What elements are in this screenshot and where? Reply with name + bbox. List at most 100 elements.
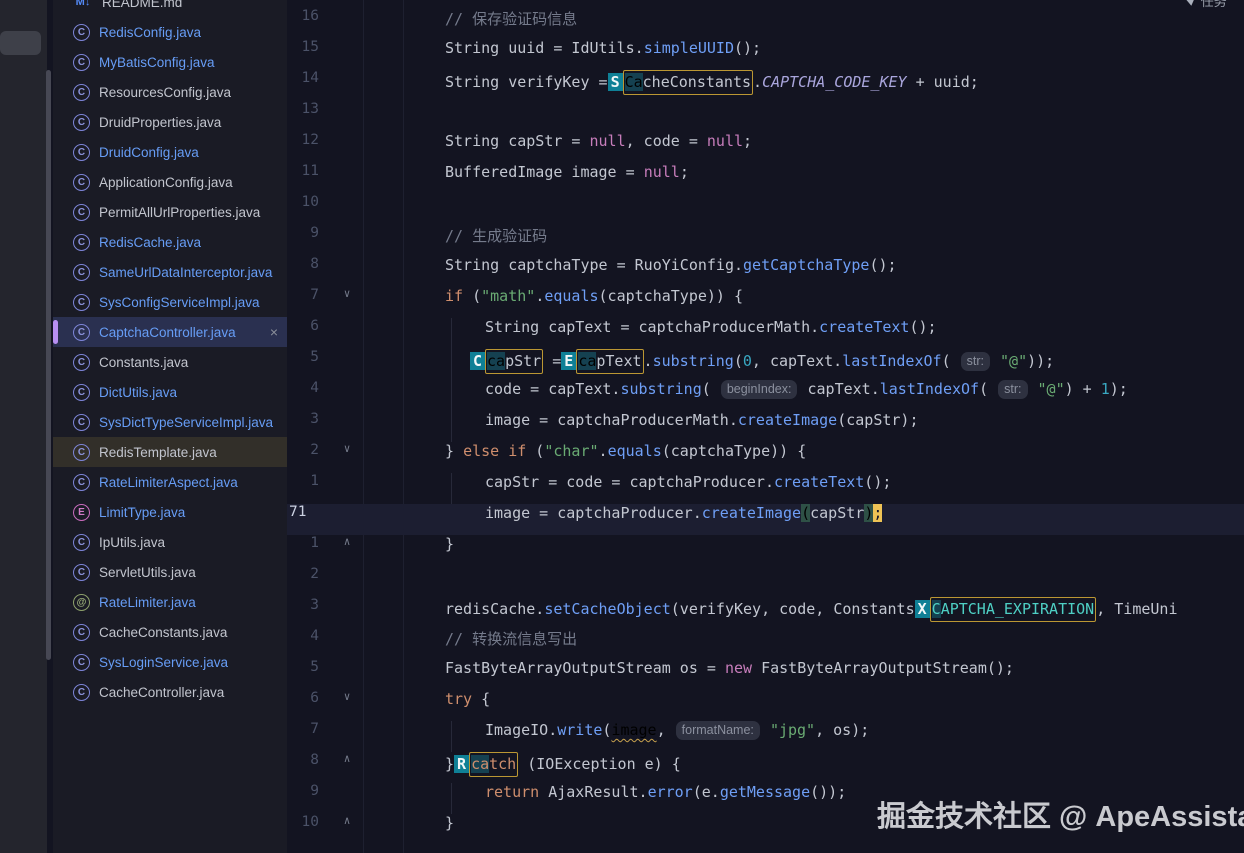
line-number[interactable]: 10 (287, 814, 319, 830)
code-line[interactable]: 71 image = captchaProducer.createImage(ca… (287, 504, 1244, 535)
file-row[interactable]: C PermitAllUrlProperties.java (53, 197, 287, 227)
code-line[interactable]: 16 // 保存验证码信息 (287, 8, 1244, 39)
fold-chevron-icon[interactable]: ∨ (339, 442, 355, 455)
code-line[interactable]: 1 ∧} (287, 535, 1244, 566)
line-number[interactable]: 4 (287, 628, 319, 644)
line-number[interactable]: 6 (287, 318, 319, 334)
code-line[interactable]: 10 (287, 194, 1244, 225)
code-line[interactable]: 7 ImageIO.write(image, formatName: "jpg",… (287, 721, 1244, 752)
code-line[interactable]: 5 CcapStr = EcapText .substring(0, capText.… (287, 349, 1244, 380)
line-number[interactable]: 2 (287, 442, 319, 458)
file-row[interactable]: M↓ README.md (53, 0, 287, 17)
line-number[interactable]: 2 (287, 566, 319, 582)
line-number[interactable]: 7 (287, 721, 319, 737)
file-row[interactable]: C CaptchaController.java × (53, 317, 287, 347)
file-label: CacheController.java (99, 684, 225, 700)
file-row[interactable]: C RedisConfig.java (53, 17, 287, 47)
line-number[interactable]: 71 (289, 504, 349, 520)
active-tool-window-button[interactable] (0, 31, 41, 55)
code-line[interactable]: 9 // 生成验证码 (287, 225, 1244, 256)
file-row[interactable]: C CacheConstants.java (53, 617, 287, 647)
code-line[interactable]: 5 FastByteArrayOutputStream os = new Fast… (287, 659, 1244, 690)
line-number[interactable]: 14 (287, 70, 319, 86)
fold-chevron-icon[interactable]: ∨ (339, 690, 355, 703)
line-number[interactable]: 3 (287, 597, 319, 613)
line-number[interactable]: 5 (287, 659, 319, 675)
file-row[interactable]: C SameUrlDataInterceptor.java (53, 257, 287, 287)
file-row[interactable]: C DruidProperties.java (53, 107, 287, 137)
acejump-tag: S (607, 73, 623, 91)
fold-chevron-icon[interactable]: ∨ (339, 287, 355, 300)
code-token: 0 (742, 352, 752, 370)
file-row[interactable]: C SysLoginService.java (53, 647, 287, 677)
code-token: , TimeUni (1096, 600, 1178, 618)
close-file-icon[interactable]: × (270, 325, 278, 339)
line-number[interactable]: 5 (287, 349, 319, 365)
file-row[interactable]: C RedisCache.java (53, 227, 287, 257)
code-line[interactable]: 3 image = captchaProducerMath.createImage… (287, 411, 1244, 442)
file-row[interactable]: E LimitType.java (53, 497, 287, 527)
markdown-icon: M↓ (75, 0, 91, 8)
fold-chevron-icon[interactable]: ∧ (339, 814, 355, 827)
line-number[interactable]: 8 (287, 256, 319, 272)
file-row[interactable]: C RedisTemplate.java (53, 437, 287, 467)
line-number[interactable]: 11 (287, 163, 319, 179)
code-line[interactable]: 6 ∨ try { (287, 690, 1244, 721)
file-row[interactable]: C DictUtils.java (53, 377, 287, 407)
file-row[interactable]: @ RateLimiter.java (53, 587, 287, 617)
line-number[interactable]: 7 (287, 287, 319, 303)
line-number[interactable]: 6 (287, 690, 319, 706)
code-line[interactable]: 8 ∧} Rcatch (IOException e) { (287, 752, 1244, 783)
file-row[interactable]: C Constants.java (53, 347, 287, 377)
file-row[interactable]: C CacheController.java (53, 677, 287, 707)
code-line[interactable]: 6 String capText = captchaProducerMath.cr… (287, 318, 1244, 349)
line-number[interactable]: 3 (287, 411, 319, 427)
line-number[interactable]: 1 (287, 473, 319, 489)
code-line[interactable]: 8 String captchaType = RuoYiConfig.getCap… (287, 256, 1244, 287)
class-icon: C (73, 353, 90, 371)
line-number[interactable]: 4 (287, 380, 319, 396)
file-row[interactable]: C SysConfigServiceImpl.java (53, 287, 287, 317)
line-number[interactable]: 8 (287, 752, 319, 768)
file-row[interactable]: C ServletUtils.java (53, 557, 287, 587)
code-line[interactable]: 2 (287, 566, 1244, 597)
line-number[interactable]: 16 (287, 8, 319, 24)
project-panel-scrollbar[interactable] (46, 70, 51, 660)
file-label: ApplicationConfig.java (99, 174, 233, 190)
code-token: Ca (624, 73, 643, 91)
fold-chevron-icon[interactable]: ∧ (339, 535, 355, 548)
line-number[interactable]: 12 (287, 132, 319, 148)
file-label: DictUtils.java (99, 384, 178, 400)
file-row[interactable]: C ResourcesConfig.java (53, 77, 287, 107)
file-row[interactable]: C MyBatisConfig.java (53, 47, 287, 77)
line-number[interactable]: 13 (287, 101, 319, 117)
code-line[interactable]: 4 // 转换流信息写出 (287, 628, 1244, 659)
code-line[interactable]: 11 BufferedImage image = null; (287, 163, 1244, 194)
code-token: ( (701, 380, 720, 398)
code-line[interactable]: 4 code = capText.substring( beginIndex: c… (287, 380, 1244, 411)
code-token: createImage (701, 504, 802, 522)
code-token: FastByteArrayOutputStream(); (752, 659, 1014, 677)
code-token: "char" (544, 442, 599, 460)
top-right-clipped-control[interactable]: ▶ 任务 (1185, 0, 1226, 9)
code-line[interactable]: 3 redisCache.setCacheObject(verifyKey, co… (287, 597, 1244, 628)
code-line[interactable]: 1 capStr = code = captchaProducer.createT… (287, 473, 1244, 504)
file-row[interactable]: C IpUtils.java (53, 527, 287, 557)
code-line[interactable]: 15 String uuid = IdUtils.simpleUUID(); (287, 39, 1244, 70)
code-editor: 16// 保存验证码信息 15 String uuid = IdUtils.simp… (287, 0, 1244, 853)
code-line[interactable]: 7 ∨ if ("math".equals(captchaType)) { (287, 287, 1244, 318)
file-row[interactable]: C DruidConfig.java (53, 137, 287, 167)
fold-chevron-icon[interactable]: ∧ (339, 752, 355, 765)
line-number[interactable]: 15 (287, 39, 319, 55)
code-line[interactable]: 12 String capStr = null, code = null; (287, 132, 1244, 163)
line-number[interactable]: 9 (287, 225, 319, 241)
code-line[interactable]: 2 ∨} else if ("char".equals(captchaType))… (287, 442, 1244, 473)
code-line[interactable]: 14 String verifyKey = S CacheConstants .CAPT… (287, 70, 1244, 101)
code-line[interactable]: 13 (287, 101, 1244, 132)
line-number[interactable]: 1 (287, 535, 319, 551)
file-row[interactable]: C RateLimiterAspect.java (53, 467, 287, 497)
line-number[interactable]: 9 (287, 783, 319, 799)
file-row[interactable]: C SysDictTypeServiceImpl.java (53, 407, 287, 437)
file-row[interactable]: C ApplicationConfig.java (53, 167, 287, 197)
line-number[interactable]: 10 (287, 194, 319, 210)
